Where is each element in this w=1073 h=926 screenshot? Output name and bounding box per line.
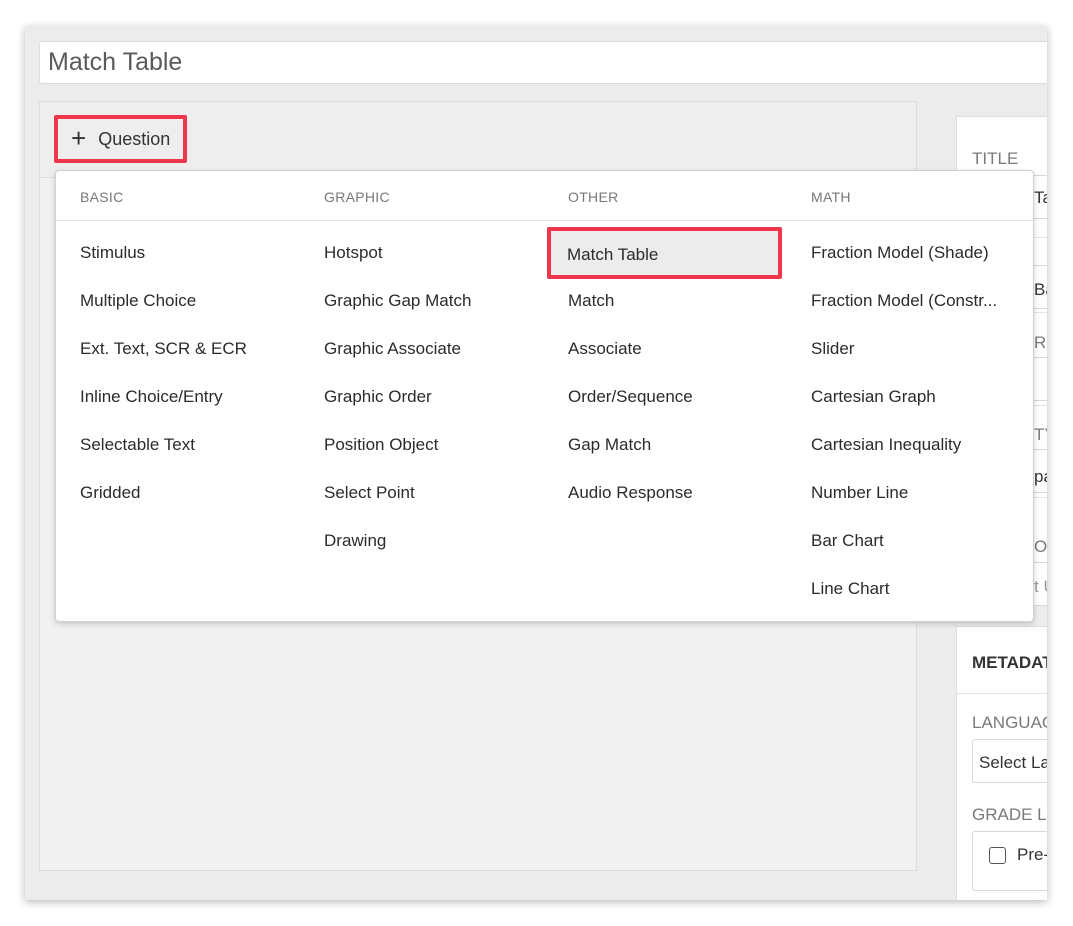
sidebar-label: R bbox=[1034, 333, 1047, 352]
menu-item-graphic-order[interactable]: Graphic Order bbox=[300, 365, 536, 413]
menu-item-hotspot[interactable]: Hotspot bbox=[300, 221, 536, 269]
sidebar-field-text: t U bbox=[1034, 577, 1047, 596]
column-header-basic: BASIC bbox=[80, 189, 124, 205]
menu-item-audio-response[interactable]: Audio Response bbox=[544, 461, 780, 509]
menu-item-number-line[interactable]: Number Line bbox=[787, 461, 1023, 509]
plus-icon: + bbox=[71, 122, 87, 153]
menu-item-ext-text[interactable]: Ext. Text, SCR & ECR bbox=[56, 317, 292, 365]
menu-item-gap-match[interactable]: Gap Match bbox=[544, 413, 780, 461]
menu-item-graphic-associate[interactable]: Graphic Associate bbox=[300, 317, 536, 365]
menu-item-slider[interactable]: Slider bbox=[787, 317, 1023, 365]
language-select-value: Select La bbox=[979, 753, 1047, 772]
menu-item-bar-chart[interactable]: Bar Chart bbox=[787, 509, 1023, 557]
question-type-menu: BASIC GRAPHIC OTHER MATH Stimulus Multip… bbox=[55, 170, 1034, 622]
item-title-input[interactable]: Match Table bbox=[39, 41, 1047, 84]
menu-item-inline-choice[interactable]: Inline Choice/Entry bbox=[56, 365, 292, 413]
menu-item-cartesian-inequality[interactable]: Cartesian Inequality bbox=[787, 413, 1023, 461]
grade-level-label: GRADE LE bbox=[972, 805, 1047, 824]
add-question-label: Question bbox=[98, 128, 171, 149]
divider bbox=[957, 693, 1047, 694]
menu-item-line-chart[interactable]: Line Chart bbox=[787, 557, 1023, 605]
column-header-math: MATH bbox=[811, 189, 851, 205]
language-label: LANGUAG bbox=[972, 713, 1047, 732]
column-header-graphic: GRAPHIC bbox=[324, 189, 390, 205]
metadata-heading: METADAT bbox=[972, 653, 1047, 672]
menu-item-match[interactable]: Match bbox=[544, 269, 780, 317]
sidebar-label: OR bbox=[1034, 537, 1047, 556]
grade-option-label: Pre- bbox=[1017, 845, 1047, 864]
menu-item-stimulus[interactable]: Stimulus bbox=[56, 221, 292, 269]
menu-item-fraction-construct[interactable]: Fraction Model (Constr... bbox=[787, 269, 1023, 317]
title-label: TITLE bbox=[972, 149, 1019, 168]
menu-item-select-point[interactable]: Select Point bbox=[300, 461, 536, 509]
title-field-text: Ta bbox=[1034, 188, 1047, 207]
grade-checkbox[interactable] bbox=[989, 847, 1006, 864]
menu-item-fraction-shade[interactable]: Fraction Model (Shade) bbox=[787, 221, 1023, 269]
add-question-button[interactable]: + Question bbox=[54, 115, 187, 163]
column-header-other: OTHER bbox=[568, 189, 619, 205]
menu-header: BASIC GRAPHIC OTHER MATH bbox=[56, 171, 1033, 221]
menu-item-associate[interactable]: Associate bbox=[544, 317, 780, 365]
menu-item-gridded[interactable]: Gridded bbox=[56, 461, 292, 509]
menu-item-cartesian-graph[interactable]: Cartesian Graph bbox=[787, 365, 1023, 413]
sidebar-field-text: pa bbox=[1034, 467, 1047, 486]
editor-toolbar: + Question bbox=[40, 102, 916, 178]
menu-item-drawing[interactable]: Drawing bbox=[300, 509, 536, 557]
menu-item-multiple-choice[interactable]: Multiple Choice bbox=[56, 269, 292, 317]
menu-item-graphic-gap-match[interactable]: Graphic Gap Match bbox=[300, 269, 536, 317]
app-window: Match Table + Question TITLE Ta Ba R TY … bbox=[25, 26, 1047, 900]
sidebar-label: TY bbox=[1034, 425, 1047, 444]
menu-item-position-object[interactable]: Position Object bbox=[300, 413, 536, 461]
menu-item-selectable-text[interactable]: Selectable Text bbox=[56, 413, 292, 461]
metadata-card: METADAT LANGUAG Select La GRADE LE Pre- bbox=[956, 626, 1047, 900]
menu-item-order-sequence[interactable]: Order/Sequence bbox=[544, 365, 780, 413]
sidebar-field-text: Ba bbox=[1034, 280, 1047, 299]
